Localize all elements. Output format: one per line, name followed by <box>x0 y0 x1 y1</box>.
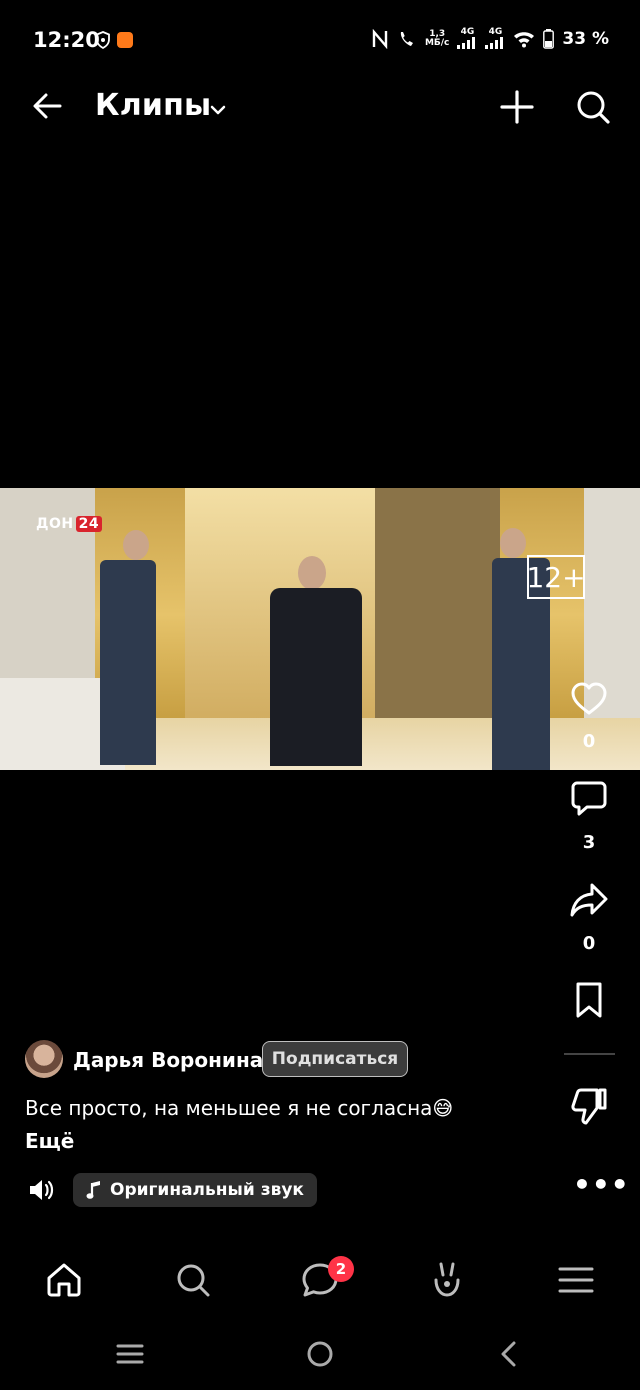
wifi-calling-icon <box>400 31 413 46</box>
comment-icon[interactable] <box>569 779 609 819</box>
bookmark-icon[interactable] <box>569 980 609 1020</box>
video-watermark: ДОН 24 <box>36 516 103 532</box>
nav-home-icon[interactable] <box>44 1260 84 1300</box>
video-person <box>270 588 362 766</box>
search-icon[interactable] <box>575 89 611 125</box>
video-person-head <box>298 556 326 590</box>
network-type-1: 4G <box>460 27 475 37</box>
chevron-down-icon[interactable] <box>208 100 228 120</box>
share-icon[interactable] <box>569 880 609 920</box>
dislike-icon[interactable] <box>569 1086 609 1126</box>
watermark-text: ДОН <box>36 516 74 532</box>
share-count: 0 <box>582 933 596 954</box>
signal-1: 4G <box>457 28 477 49</box>
network-type-2: 4G <box>488 27 503 37</box>
back-arrow-icon[interactable] <box>30 88 66 124</box>
page-title[interactable]: Клипы <box>95 88 211 123</box>
recent-apps-icon[interactable] <box>114 1338 146 1370</box>
battery-percent: 33 % <box>562 28 609 49</box>
app-notification-icon <box>117 32 133 48</box>
status-time: 12:20 <box>33 28 100 52</box>
video-guard-left <box>100 560 156 765</box>
subscribe-button[interactable]: Подписаться <box>262 1041 408 1077</box>
actions-divider <box>564 1053 615 1055</box>
network-speed: 1,3 МБ/с <box>424 29 450 48</box>
watermark-badge: 24 <box>75 516 103 532</box>
avatar[interactable] <box>25 1040 63 1078</box>
nav-search-icon[interactable] <box>173 1260 213 1300</box>
home-button-icon[interactable] <box>304 1338 336 1370</box>
battery-icon <box>543 28 555 49</box>
messages-badge: 2 <box>328 1256 354 1282</box>
vpn-shield-icon <box>96 31 110 49</box>
status-left-icons <box>95 31 133 49</box>
audio-track-label: Оригинальный звук <box>110 1180 304 1200</box>
comment-count: 3 <box>582 832 596 853</box>
video-player[interactable]: ДОН 24 12+ <box>0 488 640 770</box>
author-name[interactable]: Дарья Воронина <box>73 1048 263 1072</box>
video-guard-left-head <box>123 530 149 560</box>
signal-2: 4G <box>485 28 505 49</box>
video-guard-right-head <box>500 528 526 558</box>
caption-more-link[interactable]: Ещё <box>25 1129 74 1153</box>
more-options-icon[interactable]: ••• <box>573 1168 630 1201</box>
nav-menu-icon[interactable] <box>556 1260 596 1300</box>
caption-text: Все просто, на меньшее я не согласна😅 <box>25 1096 454 1120</box>
signal-bars-icon <box>457 37 476 49</box>
wifi-icon <box>514 31 535 47</box>
like-heart-icon[interactable] <box>569 679 609 719</box>
audio-track-chip[interactable]: Оригинальный звук <box>73 1173 317 1207</box>
speaker-icon[interactable] <box>27 1176 55 1204</box>
nav-clips-icon[interactable] <box>427 1260 467 1300</box>
like-count: 0 <box>582 731 596 752</box>
music-note-icon <box>86 1181 100 1199</box>
nfc-icon <box>372 28 388 49</box>
signal-bars-icon <box>485 37 504 49</box>
system-back-icon[interactable] <box>494 1338 526 1370</box>
age-rating-badge: 12+ <box>526 555 586 599</box>
status-right-icons: 1,3 МБ/с 4G 4G 33 % <box>371 28 609 49</box>
add-icon[interactable] <box>499 89 535 125</box>
network-speed-unit: МБ/с <box>424 37 450 48</box>
